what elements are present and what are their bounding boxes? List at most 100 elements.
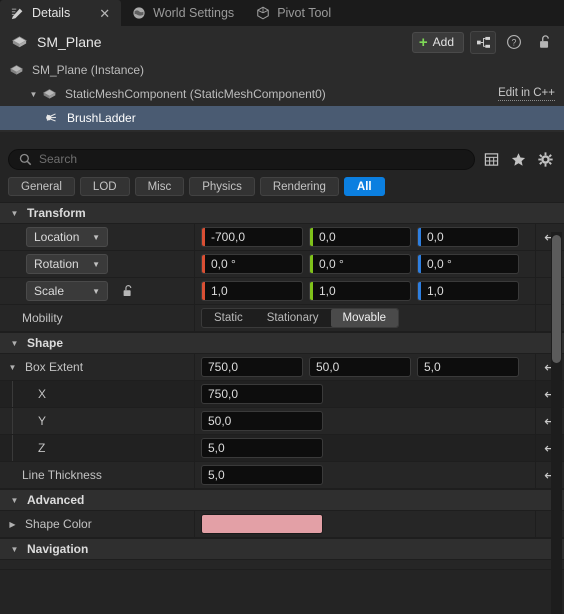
filter-chip-misc[interactable]: Misc: [134, 177, 185, 196]
chevron-right-icon[interactable]: ▶: [6, 518, 19, 531]
mobility-option-stationary[interactable]: Stationary: [255, 309, 331, 327]
chevron-down-icon[interactable]: ▼: [8, 207, 21, 220]
box-extent-y-field[interactable]: 50,0: [309, 357, 411, 377]
property-name-scale: Scale ▼: [0, 278, 195, 304]
settings-gear-icon[interactable]: [534, 148, 556, 170]
indent-guide: [12, 435, 13, 461]
box-extent-child-x-value: 750,0: [208, 387, 239, 401]
chevron-down-icon[interactable]: ▼: [27, 88, 40, 101]
tab-world-settings[interactable]: World Settings: [121, 0, 245, 26]
category-shape[interactable]: ▼ Shape: [0, 332, 564, 354]
mobility-segmented-control[interactable]: Static Stationary Movable: [201, 308, 400, 328]
box-extent-x-child-values: 750,0: [195, 381, 535, 407]
mobility-option-static[interactable]: Static: [202, 309, 255, 327]
category-navigation[interactable]: ▼ Navigation: [0, 538, 564, 560]
edit-in-cpp-link[interactable]: Edit in C++: [498, 87, 555, 101]
property-row-navigation-partial: [0, 560, 564, 570]
hierarchy-row-brushladder[interactable]: BrushLadder: [0, 106, 564, 130]
line-thickness-label: Line Thickness: [22, 468, 102, 482]
shape-color-swatch[interactable]: [201, 514, 323, 534]
box-extent-child-y-field[interactable]: 50,0: [201, 411, 323, 431]
scale-y-value: 1,0: [319, 284, 336, 298]
scale-dropdown[interactable]: Scale ▼: [26, 281, 108, 301]
property-row-box-extent-x: X 750,0 ↩: [0, 381, 564, 408]
search-box[interactable]: [8, 148, 475, 170]
scrollbar-thumb[interactable]: [552, 235, 561, 363]
search-row: [0, 144, 564, 174]
search-icon: [19, 153, 32, 166]
vertical-scrollbar[interactable]: [551, 232, 562, 614]
component-hierarchy: SM_Plane (Instance) ▼ StaticMeshComponen…: [0, 58, 564, 132]
filter-chip-all[interactable]: All: [343, 177, 385, 196]
rotation-x-field[interactable]: 0,0 °: [201, 254, 303, 274]
filter-chip-rendering[interactable]: Rendering: [259, 177, 339, 196]
property-row-line-thickness: Line Thickness 5,0 ↩: [0, 462, 564, 489]
help-icon[interactable]: ?: [502, 32, 526, 53]
scale-y-field[interactable]: 1,0: [309, 281, 411, 301]
location-y-field[interactable]: 0,0: [309, 227, 411, 247]
tab-details[interactable]: Details ✕: [0, 0, 122, 26]
lock-open-icon[interactable]: [532, 32, 556, 53]
lock-open-icon[interactable]: [118, 282, 136, 300]
box-extent-y-value: 50,0: [316, 360, 340, 374]
filter-chip-lod[interactable]: LOD: [79, 177, 130, 196]
tab-pivot-tool[interactable]: Pivot Tool: [245, 0, 342, 26]
location-y-value: 0,0: [319, 230, 336, 244]
location-x-field[interactable]: -700,0: [201, 227, 303, 247]
object-header: SM_Plane + Add ?: [0, 26, 564, 58]
property-row-scale: Scale ▼ 1,0 1,0 1,0: [0, 278, 564, 305]
category-navigation-label: Navigation: [27, 542, 89, 556]
box-extent-child-x-label: X: [38, 387, 47, 401]
chevron-down-icon[interactable]: ▼: [8, 543, 21, 556]
hierarchy-row-sm-plane[interactable]: SM_Plane (Instance): [0, 58, 564, 82]
box-extent-x-field[interactable]: 750,0: [201, 357, 303, 377]
rotation-x-value: 0,0 °: [211, 257, 236, 271]
rotation-z-field[interactable]: 0,0 °: [417, 254, 519, 274]
rotation-values: 0,0 ° 0,0 ° 0,0 °: [195, 251, 535, 277]
box-extent-child-y-value: 50,0: [208, 414, 232, 428]
tab-world-settings-label: World Settings: [153, 6, 235, 20]
hierarchy-row-staticmeshcomponent[interactable]: ▼ StaticMeshComponent (StaticMeshCompone…: [0, 82, 564, 106]
plus-icon: +: [418, 33, 428, 51]
location-dropdown[interactable]: Location ▼: [26, 227, 108, 247]
box-extent-child-x-field[interactable]: 750,0: [201, 384, 323, 404]
filter-chip-general[interactable]: General: [8, 177, 75, 196]
location-label: Location: [34, 230, 80, 244]
property-name-shape-color: ▶ Shape Color: [0, 511, 195, 537]
add-button-label: Add: [432, 35, 454, 49]
category-advanced[interactable]: ▼ Advanced: [0, 489, 564, 511]
cube-icon: [256, 6, 270, 20]
rotation-dropdown[interactable]: Rotation ▼: [26, 254, 108, 274]
search-input[interactable]: [39, 152, 464, 166]
mesh-icon: [42, 87, 57, 102]
blueprint-icon[interactable]: [470, 30, 496, 54]
mobility-option-movable[interactable]: Movable: [330, 309, 399, 327]
scale-z-field[interactable]: 1,0: [417, 281, 519, 301]
box-extent-z-child-values: 5,0: [195, 435, 535, 461]
filter-chip-physics[interactable]: Physics: [189, 177, 255, 196]
add-button[interactable]: + Add: [411, 31, 464, 53]
chevron-down-icon[interactable]: ▼: [6, 361, 19, 374]
rotation-y-field[interactable]: 0,0 °: [309, 254, 411, 274]
location-z-field[interactable]: 0,0: [417, 227, 519, 247]
grid-view-icon[interactable]: [480, 148, 502, 170]
property-name-box-extent: ▼ Box Extent: [0, 354, 195, 380]
property-name-mobility: Mobility: [0, 305, 195, 331]
property-row-box-extent: ▼ Box Extent 750,0 50,0 5,0 ↩: [0, 354, 564, 381]
favorites-star-icon[interactable]: [507, 148, 529, 170]
location-z-value: 0,0: [427, 230, 444, 244]
scale-x-field[interactable]: 1,0: [201, 281, 303, 301]
indent-guide: [12, 408, 13, 434]
indent-guide: [12, 381, 13, 407]
box-extent-child-z-field[interactable]: 5,0: [201, 438, 323, 458]
chevron-down-icon[interactable]: ▼: [8, 337, 21, 350]
scale-z-value: 1,0: [427, 284, 444, 298]
location-x-value: -700,0: [211, 230, 246, 244]
line-thickness-field[interactable]: 5,0: [201, 465, 323, 485]
chevron-down-icon[interactable]: ▼: [8, 494, 21, 507]
tab-close-icon[interactable]: ✕: [99, 7, 110, 20]
box-extent-z-field[interactable]: 5,0: [417, 357, 519, 377]
property-row-mobility: Mobility Static Stationary Movable: [0, 305, 564, 332]
category-transform[interactable]: ▼ Transform: [0, 202, 564, 224]
property-name-rotation: Rotation ▼: [0, 251, 195, 277]
